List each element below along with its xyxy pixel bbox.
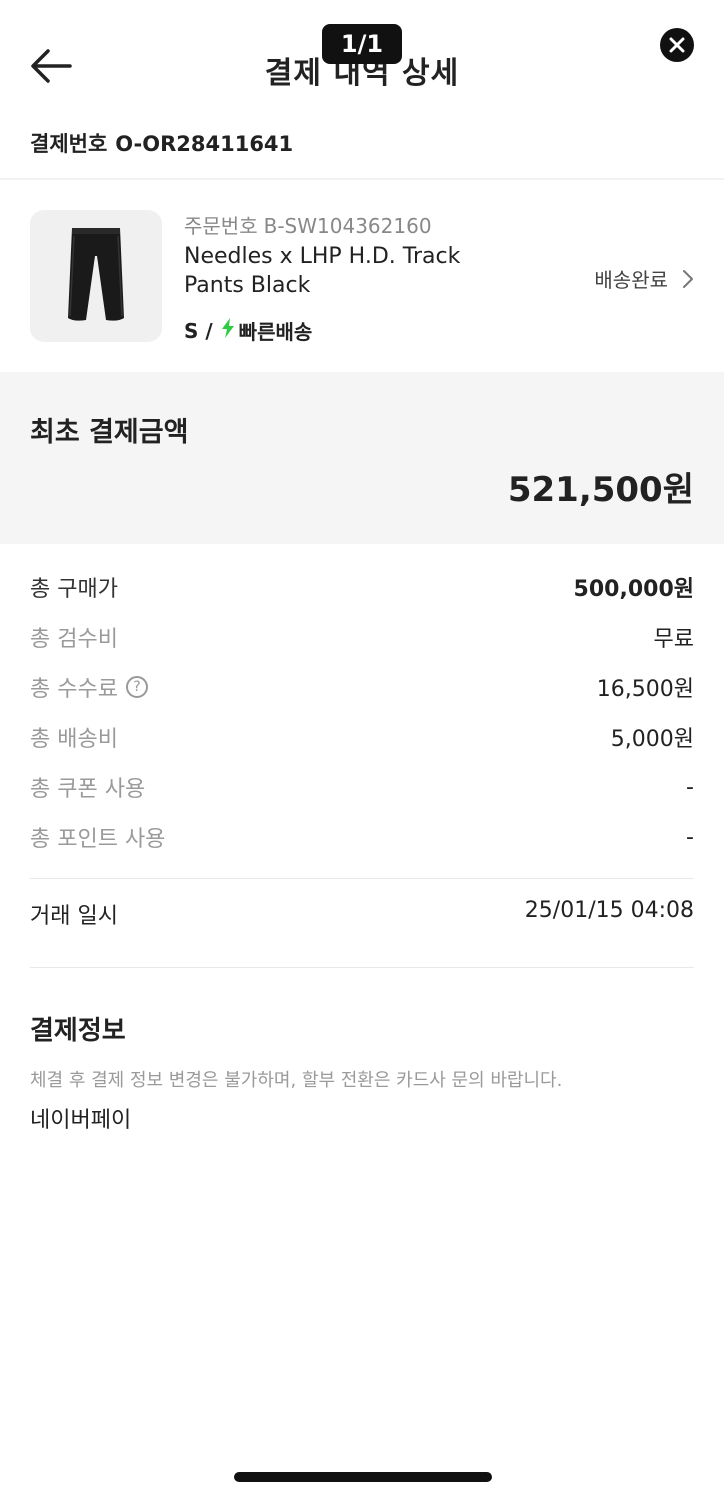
shipping-type: 빠른배송 [238, 320, 313, 344]
breakdown-key: 총 구매가 [30, 577, 118, 602]
question-circle-icon[interactable]: ? [125, 676, 148, 698]
delivery-status-label: 배송완료 [594, 268, 668, 292]
breakdown-row-points: 총 포인트 사용 - [30, 812, 694, 862]
product-name: Needles x LHP H.D. Track Pants Black [184, 244, 461, 298]
product-option: S / 빠른배송 [184, 316, 312, 345]
breakdown-value: 5,000원 [610, 727, 694, 752]
lightning-bolt-icon [221, 318, 235, 343]
screen: 결제 내역 상세 1/1 결제번호 O-OR28411641 주문번호 B-SW10… [0, 0, 724, 1500]
breakdown-value: - [686, 824, 694, 850]
trade-datetime-row: 거래 일시 25/01/15 04:08 [30, 898, 694, 930]
order-number-label: 주문번호 [184, 214, 258, 238]
breakdown-row-commission: 총 수수료 ? 16,500원 [30, 662, 694, 712]
close-icon [669, 37, 685, 53]
breakdown-row-purchase-price: 총 구매가 500,000원 [30, 562, 694, 612]
breakdown-key: 총 검수비 [30, 627, 118, 652]
page-counter-badge: 1/1 [322, 24, 402, 64]
breakdown-key-wrap: 총 수수료 ? [30, 671, 148, 703]
header: 결제 내역 상세 1/1 [0, 0, 724, 120]
breakdown-row-shipping-fee: 총 배송비 5,000원 [30, 712, 694, 762]
breakdown-key: 총 쿠폰 사용 [30, 777, 146, 802]
breakdown-key: 총 배송비 [30, 727, 118, 752]
breakdown-value: 무료 [653, 627, 694, 652]
initial-amount-value: 521,500원 [507, 470, 694, 510]
payment-info-note: 체결 후 결제 정보 변경은 불가하며, 할부 전환은 카드사 문의 바랍니다. [30, 1070, 563, 1091]
divider [30, 878, 694, 879]
breakdown-row-inspection-fee: 총 검수비 무료 [30, 612, 694, 662]
chevron-right-icon [683, 269, 693, 288]
track-pants-image [68, 228, 124, 321]
amount-breakdown: 총 구매가 500,000원 총 검수비 무료 총 수수료 ? 16,500원 … [30, 562, 694, 862]
product-size: S / [184, 318, 213, 343]
initial-amount-panel: 최초 결제금액 521,500원 [0, 372, 724, 544]
payment-number-label: 결제번호 [30, 132, 108, 156]
trade-datetime-label: 거래 일시 [30, 904, 118, 929]
close-button[interactable] [660, 28, 694, 62]
order-number: 주문번호 B-SW104362160 [184, 210, 432, 239]
initial-amount-title: 최초 결제금액 [30, 417, 189, 448]
payment-number-value: O-OR28411641 [115, 132, 294, 156]
home-indicator[interactable] [234, 1472, 492, 1482]
breakdown-value: 500,000원 [573, 577, 694, 602]
delivery-status-link[interactable]: 배송완료 [594, 264, 694, 293]
product-thumbnail [30, 210, 162, 342]
payment-number: 결제번호 O-OR28411641 [30, 128, 293, 158]
breakdown-value: 16,500원 [596, 677, 694, 702]
divider [30, 967, 694, 968]
breakdown-row-coupon: 총 쿠폰 사용 - [30, 762, 694, 812]
payment-method: 네이버페이 [30, 1108, 132, 1133]
breakdown-key: 총 포인트 사용 [30, 827, 166, 852]
breakdown-key: 총 수수료 [30, 677, 118, 702]
order-number-value: B-SW104362160 [263, 214, 432, 238]
payment-info-title: 결제정보 [30, 1016, 126, 1046]
trade-datetime-value: 25/01/15 04:08 [524, 898, 694, 923]
product-card[interactable]: 주문번호 B-SW104362160 Needles x LHP H.D. Tra… [0, 180, 724, 370]
breakdown-value: - [686, 774, 694, 800]
